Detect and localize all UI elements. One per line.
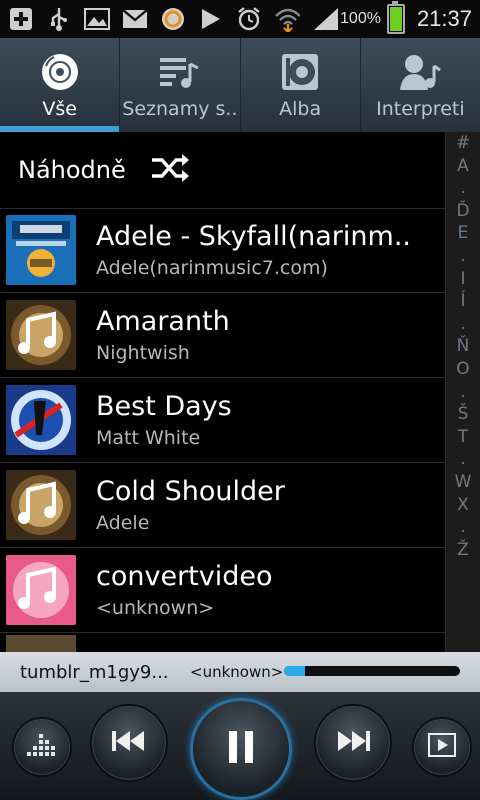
artist-icon <box>398 50 442 94</box>
alphabet-index[interactable]: # A . Ď E . I Í . Ň O . Š T . W X . Ž <box>445 132 480 652</box>
plus-icon <box>8 6 34 32</box>
tab-albums[interactable]: Alba <box>241 38 361 132</box>
pause-button[interactable] <box>190 698 292 800</box>
album-art <box>6 300 76 370</box>
now-playing-artist: <unknown> <box>190 663 284 681</box>
list-item[interactable]: Cold Shoulder Adele <box>0 463 446 548</box>
list-item[interactable]: Adele - Skyfall(narinm.. Adele(narinmusi… <box>0 208 446 293</box>
previous-button[interactable] <box>90 704 168 782</box>
album-art <box>6 215 76 285</box>
usb-icon <box>46 6 72 32</box>
index-letter[interactable]: # <box>456 132 470 155</box>
tab-bar: Vše Seznamy s.. Alba Interpreti <box>0 38 480 132</box>
list-item[interactable]: Best Days Matt White <box>0 378 446 463</box>
index-letter[interactable]: W <box>455 471 472 494</box>
index-letter[interactable]: A <box>457 155 469 178</box>
index-letter[interactable]: Ž <box>457 539 469 562</box>
tab-label: Alba <box>279 98 322 120</box>
song-title: Amaranth <box>96 306 230 337</box>
index-letter[interactable]: T <box>458 426 468 449</box>
shuffle-all-row[interactable]: Náhodně <box>0 132 446 209</box>
tab-artists[interactable]: Interpreti <box>361 38 480 132</box>
song-artist: Nightwish <box>96 342 190 364</box>
play-store-icon <box>198 6 224 32</box>
index-letter[interactable]: Ď <box>456 200 469 223</box>
index-letter[interactable]: Š <box>458 403 469 426</box>
progress-fill <box>284 666 306 676</box>
tab-label: Vše <box>42 98 77 120</box>
index-letter[interactable]: Í <box>460 290 465 313</box>
wifi-icon <box>274 6 300 32</box>
song-artist: Adele <box>96 512 150 534</box>
battery-icon <box>386 1 405 34</box>
progress-bar[interactable] <box>284 666 460 676</box>
index-letter[interactable]: . <box>460 448 465 471</box>
next-button[interactable] <box>314 704 392 782</box>
song-title: Cold Shoulder <box>96 476 285 507</box>
song-artist: <unknown> <box>96 597 215 619</box>
index-letter[interactable]: . <box>460 313 465 336</box>
image-icon <box>84 6 110 32</box>
index-letter[interactable]: X <box>457 494 469 517</box>
tab-playlists[interactable]: Seznamy s.. <box>120 38 241 132</box>
pause-icon <box>227 729 255 769</box>
song-title: Adele - Skyfall(narinm.. <box>96 221 411 252</box>
list-item[interactable]: Amaranth Nightwish <box>0 293 446 378</box>
now-playing-button[interactable] <box>412 717 472 777</box>
index-letter[interactable]: Ň <box>457 335 470 358</box>
index-letter[interactable]: E <box>458 222 469 245</box>
shuffle-icon <box>150 152 190 188</box>
index-letter[interactable]: . <box>460 381 465 404</box>
album-art <box>6 385 76 455</box>
now-playing-title: tumblr_m1gy9... <box>20 661 169 683</box>
song-artist: Adele(narinmusic7.com) <box>96 257 328 279</box>
album-art <box>6 470 76 540</box>
song-title: Best Days <box>96 391 232 422</box>
shuffle-label: Náhodně <box>18 156 126 184</box>
index-letter[interactable]: . <box>460 516 465 539</box>
equalizer-icon <box>27 732 57 762</box>
battery-percent: 100% <box>340 10 381 27</box>
index-letter[interactable]: I <box>460 268 465 291</box>
list-item[interactable]: convertvideo <unknown> <box>0 548 446 633</box>
now-playing-bar[interactable]: tumblr_m1gy9... <unknown> <box>0 652 480 692</box>
index-letter[interactable]: . <box>460 245 465 268</box>
index-letter[interactable]: O <box>456 358 469 381</box>
song-artist: Matt White <box>96 427 201 449</box>
tab-all[interactable]: Vše <box>0 38 121 132</box>
alarm-icon <box>236 6 262 32</box>
status-bar: 100% 21:37 <box>0 0 480 38</box>
album-icon <box>278 50 322 94</box>
song-list: Adele - Skyfall(narinm.. Adele(narinmusi… <box>0 208 446 633</box>
signal-icon <box>312 6 338 32</box>
next-icon <box>336 729 370 757</box>
previous-icon <box>112 729 146 757</box>
album-art <box>6 555 76 625</box>
playlist-icon <box>158 50 202 94</box>
now-playing-screen-icon <box>428 733 456 761</box>
tab-label: Seznamy s.. <box>122 98 238 120</box>
disc-icon <box>38 50 82 94</box>
clock: 21:37 <box>416 6 472 31</box>
tab-label: Interpreti <box>376 98 465 120</box>
song-title: convertvideo <box>96 561 273 592</box>
index-letter[interactable]: . <box>460 177 465 200</box>
app-circle-icon <box>160 6 186 32</box>
playback-controls <box>0 692 480 800</box>
gmail-icon <box>122 6 148 32</box>
equalizer-button[interactable] <box>12 717 72 777</box>
